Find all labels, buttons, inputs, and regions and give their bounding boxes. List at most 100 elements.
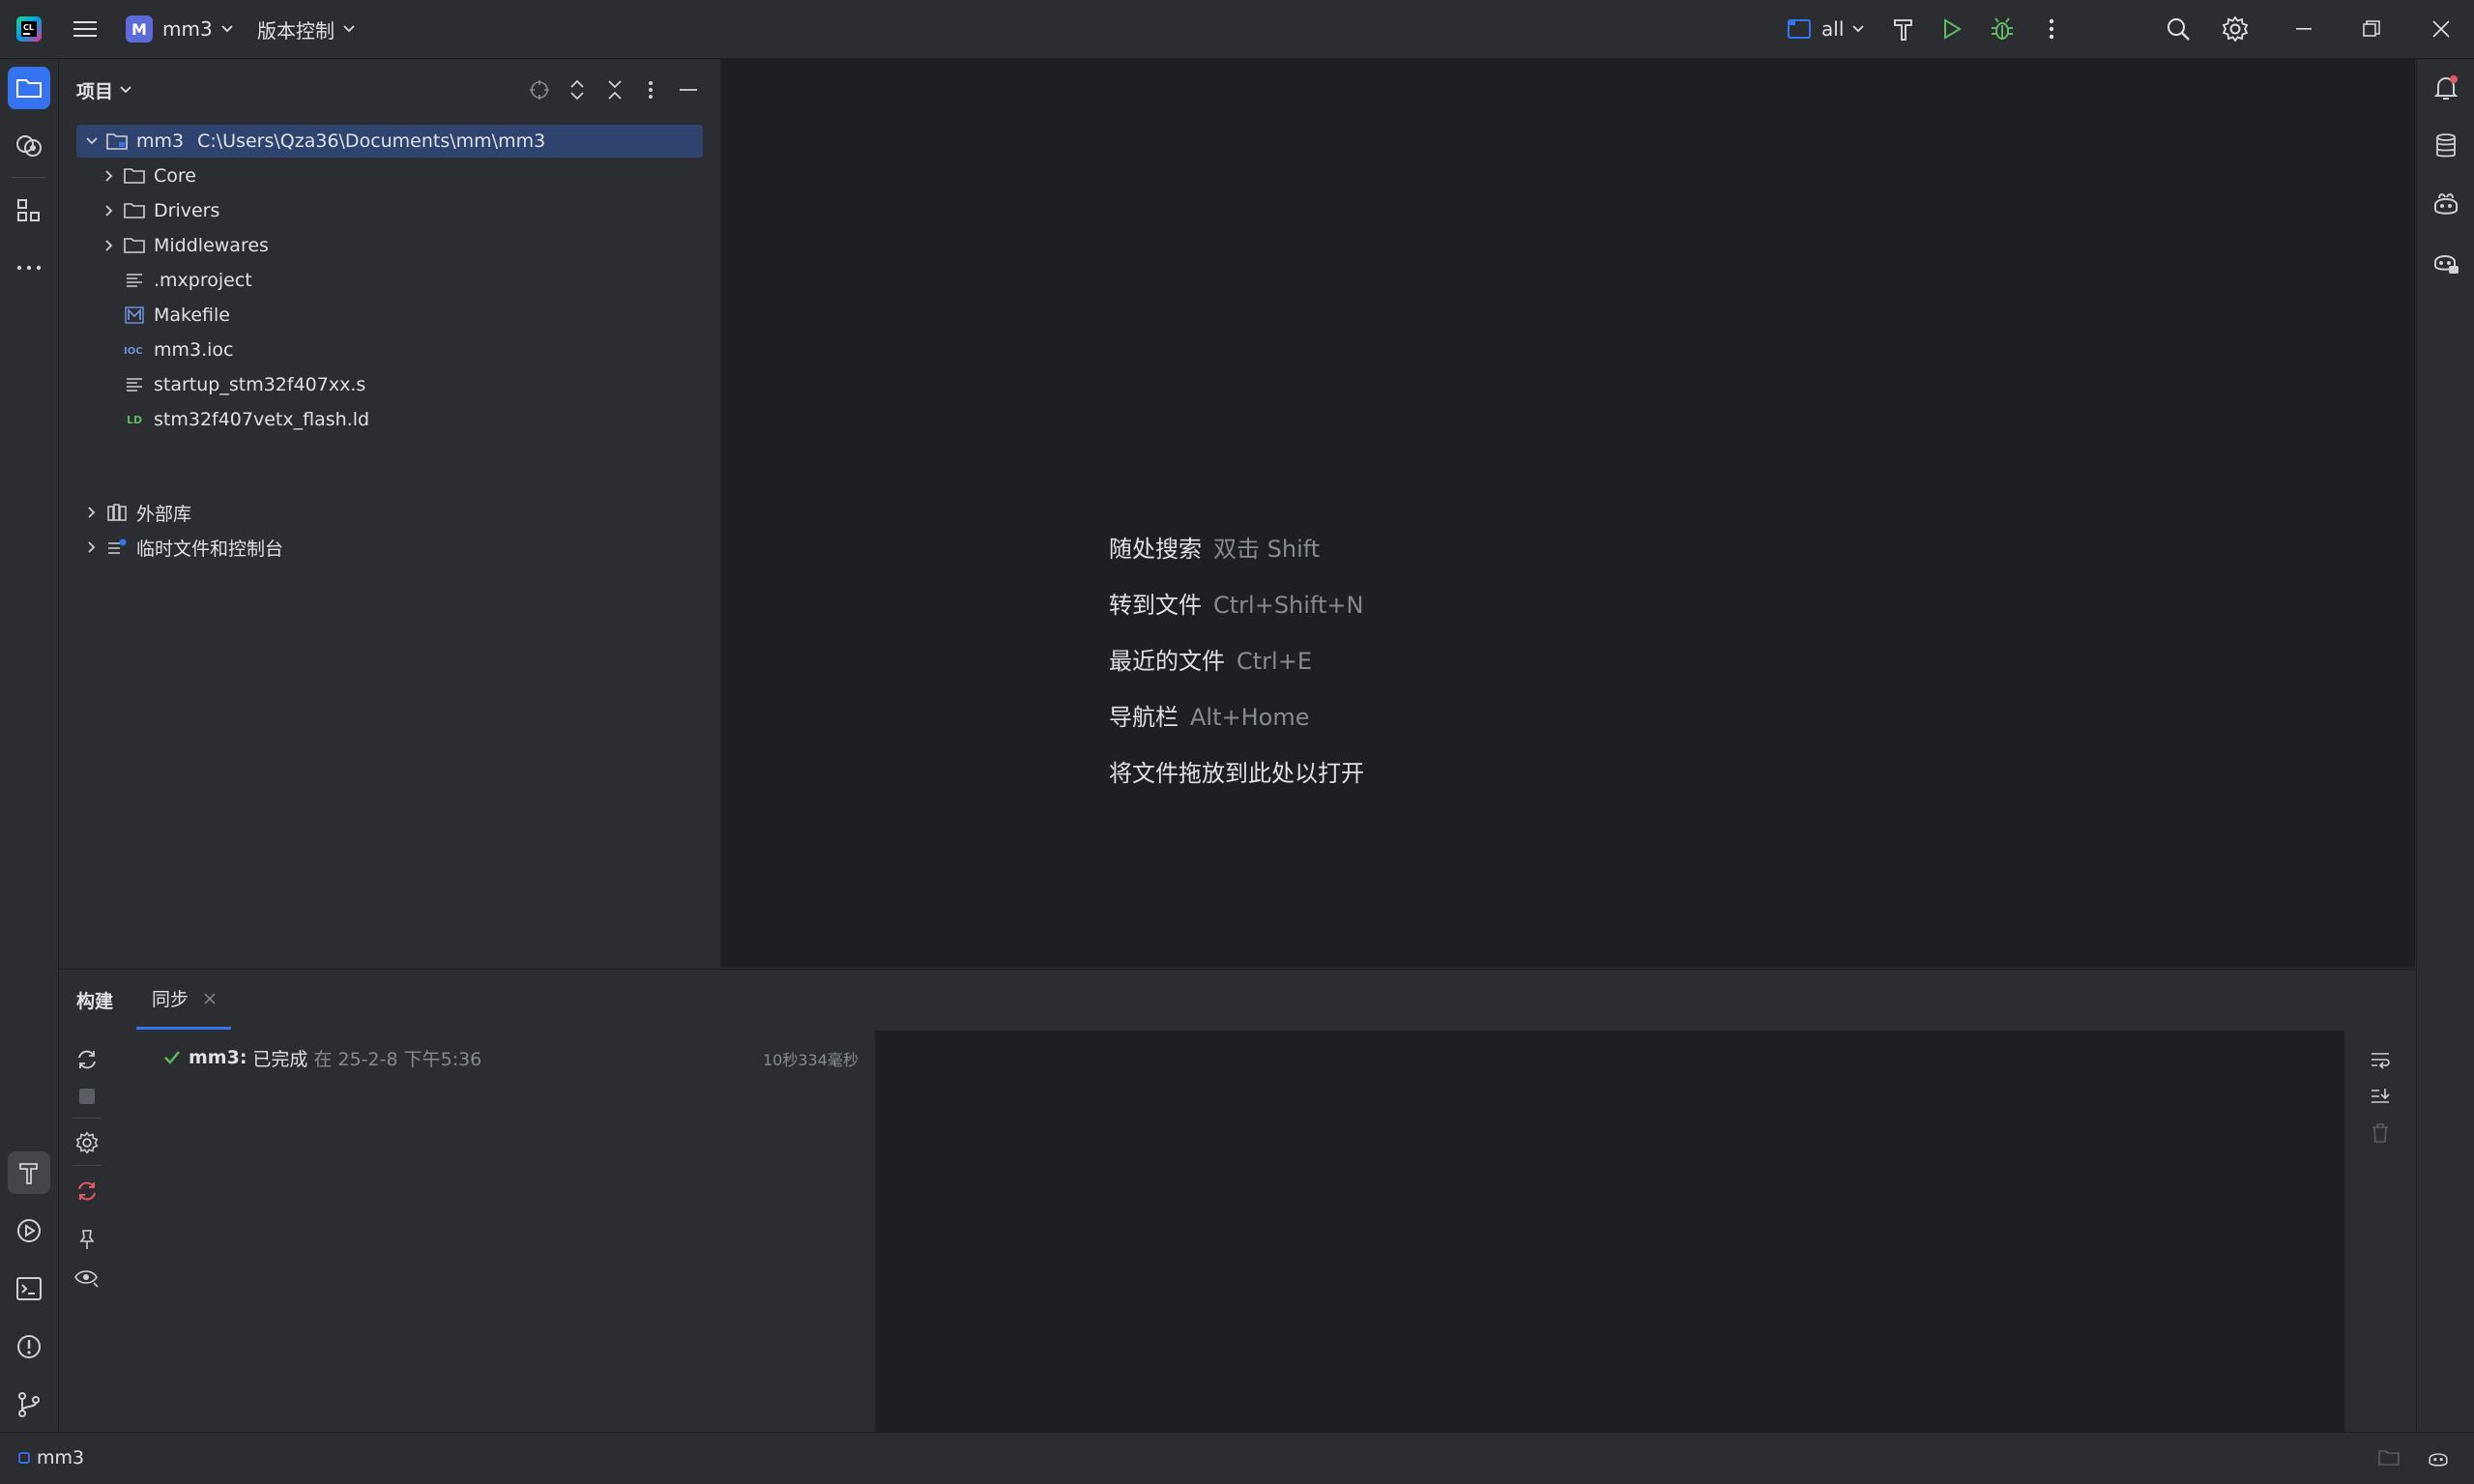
warning-circle-icon [17, 1335, 41, 1358]
more-actions-icon[interactable] [2038, 14, 2065, 44]
structure-icon [17, 199, 40, 221]
tree-item[interactable]: .mxproject [98, 264, 759, 297]
minimize-window-icon[interactable] [2287, 14, 2320, 44]
git-tool-button[interactable] [8, 1383, 50, 1426]
database-button[interactable] [2425, 125, 2467, 167]
close-window-icon[interactable] [2425, 14, 2458, 44]
eye-icon[interactable] [71, 1262, 103, 1295]
problems-tool-button[interactable] [8, 1325, 50, 1368]
root-name: mm3 [136, 131, 185, 152]
tree-item[interactable]: IOC mm3.ioc [98, 334, 759, 366]
chevron-right-icon[interactable] [98, 164, 121, 188]
folder-icon [121, 164, 148, 188]
chevron-down-icon [120, 86, 131, 94]
tree-scratches[interactable]: 临时文件和控制台 [80, 531, 742, 564]
tree-item[interactable]: startup_stm32f407xx.s [98, 368, 759, 401]
structure-tool-button[interactable] [8, 189, 50, 232]
tree-root-mm3[interactable]: mm3 C:\Users\Qza36\Documents\mm\mm3 [76, 125, 703, 158]
tab-sync-label: 同步 [152, 989, 189, 1010]
right-tool-strip [2416, 59, 2474, 1432]
stop-icon[interactable] [71, 1080, 103, 1113]
text-file-icon [121, 269, 148, 292]
terminal-icon [16, 1277, 42, 1300]
more-tools-button[interactable] [8, 247, 50, 289]
project-name: mm3 [162, 17, 213, 41]
vcs-menu[interactable]: 版本控制 [257, 14, 356, 44]
ai-chat-button[interactable] [2425, 241, 2467, 283]
main-menu-icon[interactable] [70, 14, 101, 44]
tab-build[interactable]: 构建 [76, 970, 113, 1030]
hide-panel-icon[interactable] [674, 76, 703, 103]
tree-item[interactable]: LD stm32f407vetx_flash.ld [98, 403, 759, 436]
ld-file-icon: LD [121, 408, 148, 431]
panel-options-icon[interactable] [637, 76, 664, 103]
editor-area[interactable] [721, 59, 2415, 968]
run-play-icon[interactable] [1936, 14, 1968, 44]
search-icon[interactable] [2162, 14, 2195, 44]
terminal-tool-button[interactable] [8, 1267, 50, 1310]
left-tool-strip [0, 59, 59, 1432]
collapse-all-icon[interactable] [600, 76, 629, 103]
close-tab-icon[interactable] [204, 992, 216, 1004]
restore-window-icon[interactable] [2355, 14, 2388, 44]
project-tool-button[interactable] [8, 67, 50, 109]
tree-external-libraries[interactable]: 外部库 [80, 496, 742, 529]
build-settings-gear-icon[interactable] [71, 1126, 103, 1159]
notifications-button[interactable] [2425, 67, 2467, 109]
project-view-selector[interactable]: 项目 [76, 76, 132, 103]
database-icon [2436, 133, 2456, 158]
tree-item[interactable]: Middlewares [98, 229, 759, 262]
git-branch-icon [18, 1392, 40, 1417]
pin-icon[interactable] [71, 1223, 103, 1256]
external-libraries-label: 外部库 [136, 503, 192, 525]
ai-assistant-tool-button[interactable] [8, 125, 50, 167]
project-panel: 项目 mm3 C:\Users\Qza36\Documents\mm\mm3 外… [59, 59, 721, 968]
locate-crosshair-icon[interactable] [525, 76, 554, 103]
project-selector[interactable]: M mm3 [126, 14, 234, 44]
build-hammer-icon[interactable] [1887, 14, 1920, 44]
run-config-name: all [1821, 17, 1845, 41]
tree-item-label: stm32f407vetx_flash.ld [154, 409, 370, 430]
sync-error-icon[interactable] [71, 1175, 103, 1208]
build-result-row[interactable]: mm3: 已完成 在 25-2-8 下午5:36 [163, 1043, 481, 1072]
chevron-right-icon[interactable] [98, 234, 121, 257]
scratches-label: 临时文件和控制台 [136, 538, 284, 560]
tree-item[interactable]: Core [98, 160, 759, 192]
build-tool-button[interactable] [8, 1151, 50, 1194]
chevron-right-icon[interactable] [80, 501, 103, 524]
divider [73, 1118, 102, 1119]
status-copilot-icon[interactable] [2423, 1444, 2454, 1471]
copilot-button[interactable] [2425, 183, 2467, 225]
build-output-console[interactable] [875, 1031, 2344, 1432]
chevron-right-icon[interactable] [98, 199, 121, 222]
chevron-right-icon[interactable] [80, 536, 103, 559]
debug-bug-icon[interactable] [1986, 14, 2019, 44]
tab-build-label: 构建 [76, 990, 114, 1012]
expand-all-icon[interactable] [563, 76, 592, 103]
run-tool-button[interactable] [8, 1209, 50, 1252]
folder-icon [121, 199, 148, 222]
clear-trash-icon[interactable] [2364, 1117, 2397, 1149]
status-project-breadcrumb[interactable]: mm3 [17, 1444, 84, 1471]
project-badge: M [126, 15, 153, 43]
chevron-down-icon [1852, 25, 1865, 33]
tree-item[interactable]: Makefile [98, 299, 759, 332]
tab-sync[interactable]: 同步 [136, 970, 232, 1030]
run-config-selector[interactable]: all [1787, 14, 1865, 44]
tree-item-label: Makefile [154, 305, 230, 326]
tree-item[interactable]: Drivers [98, 194, 759, 227]
status-folder-icon[interactable] [2374, 1444, 2403, 1471]
tree-item-label: mm3.ioc [154, 339, 234, 361]
chevron-down-icon [343, 25, 355, 33]
hint-shortcut: Ctrl+E [1237, 648, 1312, 675]
text-file-icon [121, 373, 148, 396]
module-folder-icon [103, 130, 131, 153]
soft-wrap-icon[interactable] [2364, 1043, 2397, 1076]
chevron-down-icon[interactable] [80, 130, 103, 153]
rerun-sync-icon[interactable] [71, 1043, 103, 1076]
hint-shortcut: 双击 Shift [1213, 536, 1321, 563]
scroll-to-end-icon[interactable] [2364, 1080, 2397, 1113]
tree-item-label: startup_stm32f407xx.s [154, 374, 366, 395]
settings-gear-icon[interactable] [2219, 14, 2252, 44]
